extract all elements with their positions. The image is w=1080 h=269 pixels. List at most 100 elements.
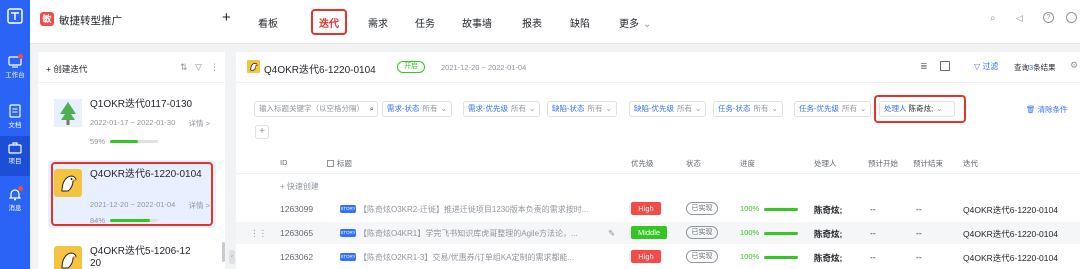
table-row[interactable]: 1263062 STORY 【陈奇炫O2KR1-3】交易/优惠券/订单组KA定制… xyxy=(236,246,1080,268)
iteration-detail-panel: Q4OKR迭代6-1220-0104 开启 2021-12-20 ~ 2022-… xyxy=(236,52,1080,269)
settings-icon[interactable]: ⚙ xyxy=(1070,60,1078,71)
filter-defect-status[interactable]: 缺陷-状态 所有 ⌄ xyxy=(547,101,617,117)
filter-value: 所有 xyxy=(587,104,603,113)
status-badge[interactable]: 已实现 xyxy=(686,226,718,239)
end-date: -- xyxy=(916,228,922,238)
help-icon[interactable]: ? xyxy=(1043,12,1054,23)
tab-defects[interactable]: 缺陷 xyxy=(570,15,590,30)
add-filter-button[interactable]: + xyxy=(255,125,269,139)
trash-icon: 🗑 xyxy=(1026,105,1036,114)
progress-fill xyxy=(110,140,139,143)
document-icon xyxy=(9,104,21,118)
sort-icon[interactable]: ⇅ xyxy=(180,62,188,73)
active-tab-indicator xyxy=(317,33,341,35)
row-id: 1263099 xyxy=(280,204,314,214)
chevron-down-icon: ⌄ xyxy=(529,104,536,113)
story-type-badge: STORY xyxy=(340,253,356,261)
column-header-start[interactable]: 预计开始 xyxy=(868,158,898,169)
filter-icon[interactable]: ▽ xyxy=(195,62,202,73)
progress-bar xyxy=(764,208,798,211)
iteration-name[interactable]: Q4OKR迭代6-1220-0104 xyxy=(963,228,1058,240)
iteration-name-line2: 20 xyxy=(90,258,102,269)
column-header-label: 标题 xyxy=(337,159,352,168)
drag-handle-icon[interactable]: ⋮⋮ xyxy=(250,228,267,239)
assignee[interactable]: 陈奇炫; xyxy=(814,204,842,216)
column-header-id[interactable]: ID xyxy=(280,158,288,167)
search-input[interactable]: 输入标题关键字（以空格分隔） ⌕ xyxy=(254,101,378,117)
column-header-status[interactable]: 状态 xyxy=(686,158,701,169)
top-bar xyxy=(30,0,1080,44)
user-icon[interactable] xyxy=(1066,12,1077,23)
more-icon[interactable]: ⋮ xyxy=(210,62,219,73)
iteration-name: Q4OKR迭代5-1206-12 xyxy=(90,246,191,257)
filter-task-priority[interactable]: 任务-优先级 所有 ⌄ xyxy=(794,101,872,117)
list-view-icon[interactable]: ≣ xyxy=(920,61,928,72)
edit-icon[interactable]: ✎ xyxy=(608,228,615,239)
tab-board[interactable]: 看板 xyxy=(258,15,278,30)
chevron-down-icon: ⌄ xyxy=(771,104,778,113)
rail-label: 工作台 xyxy=(5,72,25,79)
rail-item-messages[interactable]: 消息 xyxy=(0,188,30,212)
clear-filters-button[interactable]: 🗑 清除条件 xyxy=(1026,104,1068,115)
priority-badge[interactable]: High xyxy=(631,250,661,263)
column-header-iteration[interactable]: 迭代 xyxy=(963,158,978,169)
filter-defect-priority[interactable]: 缺陷-优先级 所有 ⌄ xyxy=(629,101,707,117)
status-badge[interactable]: 已实现 xyxy=(686,202,718,215)
assignee[interactable]: 陈奇炫; xyxy=(814,228,842,240)
column-view-icon[interactable] xyxy=(940,61,950,71)
iteration-card[interactable]: Q1OKR迭代0117-0130 2022-01-17 ~ 2022-01-30… xyxy=(48,90,216,154)
filter-value: 所有 xyxy=(677,104,692,113)
notification-dot xyxy=(18,54,23,59)
priority-badge[interactable]: Middle xyxy=(631,226,667,239)
assignee-filter-highlight xyxy=(874,95,966,123)
create-iteration-button[interactable]: + 创建迭代 xyxy=(46,63,87,75)
collapse-sidebar-handle[interactable]: ‹ xyxy=(229,250,235,264)
rail-item-workbench[interactable]: 工作台 xyxy=(0,56,30,79)
row-title[interactable]: 【陈奇炫O2KR1-3】交易/优惠券/订单组KA定制的需求都能... xyxy=(359,252,574,263)
search-icon[interactable]: ⌕ xyxy=(990,13,996,24)
column-header-title[interactable]: 标题 xyxy=(327,158,352,169)
eagle-avatar-icon xyxy=(54,246,82,269)
tab-reports[interactable]: 报表 xyxy=(522,15,542,30)
app-logo-icon[interactable] xyxy=(0,8,30,25)
status-badge[interactable]: 开启 xyxy=(397,61,425,73)
project-name[interactable]: 敏捷转型推广 xyxy=(59,13,122,28)
sidebar-scrollbar[interactable] xyxy=(222,242,225,262)
table-row[interactable]: ⋮⋮ 1263065 STORY 【陈奇炫O4KR1】学完飞书知识库虎哥整理的A… xyxy=(236,222,1080,244)
table-row[interactable]: 1263099 STORY 【陈奇炫O3KR2-迁徙】推进迁徙项目1230版本负… xyxy=(236,198,1080,220)
column-header-progress[interactable]: 进度 xyxy=(740,158,755,169)
iteration-name: Q1OKR迭代0117-0130 xyxy=(90,99,193,110)
tab-requirements[interactable]: 需求 xyxy=(368,15,388,30)
project-logo[interactable]: 敏 xyxy=(40,12,54,26)
column-header-priority[interactable]: 优先级 xyxy=(631,158,654,169)
assignee[interactable]: 陈奇炫; xyxy=(814,252,842,264)
tab-more[interactable]: 更多 ⌄ xyxy=(619,15,651,30)
priority-badge[interactable]: High xyxy=(631,202,661,215)
start-date: -- xyxy=(870,252,876,262)
filter-req-status[interactable]: 需求-状态 所有 ⌄ xyxy=(382,101,452,117)
filter-toggle[interactable]: ▽ 过滤 xyxy=(974,61,998,72)
row-title[interactable]: 【陈奇炫O4KR1】学完飞书知识库虎哥整理的Agile方法论，... xyxy=(359,228,578,239)
iteration-sidebar: + 创建迭代 ⇅ ▽ ⋮ Q1OKR迭代0117-0130 2022-01-17… xyxy=(38,52,225,269)
iteration-name[interactable]: Q4OKR迭代6-1220-0104 xyxy=(963,204,1058,216)
filter-task-status[interactable]: 任务-状态 所有 ⌄ xyxy=(713,101,783,117)
column-header-assignee[interactable]: 处理人 xyxy=(814,158,837,169)
status-badge[interactable]: 已实现 xyxy=(686,250,718,263)
tab-story-wall[interactable]: 故事墙 xyxy=(462,15,492,30)
add-button[interactable]: + xyxy=(222,9,231,26)
rail-label: 文档 xyxy=(8,122,22,129)
rail-item-docs[interactable]: 文档 xyxy=(0,104,30,129)
quick-create-button[interactable]: + 快速创建 xyxy=(280,181,319,192)
result-suffix: 条结果 xyxy=(1033,63,1056,72)
sound-icon[interactable]: ◁ xyxy=(1016,13,1023,24)
row-title[interactable]: 【陈奇炫O3KR2-迁徙】推进迁徙项目1230版本负责的需求按时... xyxy=(359,204,588,215)
iteration-detail-link[interactable]: 详情 > xyxy=(189,118,210,129)
filter-req-priority[interactable]: 需求-优先级 所有 ⌄ xyxy=(463,101,541,117)
column-header-end[interactable]: 预计结束 xyxy=(913,158,943,169)
iteration-card[interactable]: Q4OKR迭代5-1206-12 20 xyxy=(48,237,216,269)
tab-tasks[interactable]: 任务 xyxy=(415,15,435,30)
iteration-name[interactable]: Q4OKR迭代6-1220-0104 xyxy=(963,252,1058,264)
chevron-down-icon: ⌄ xyxy=(605,104,612,113)
divider xyxy=(236,82,1080,83)
rail-item-project[interactable]: 项目 xyxy=(0,136,30,176)
